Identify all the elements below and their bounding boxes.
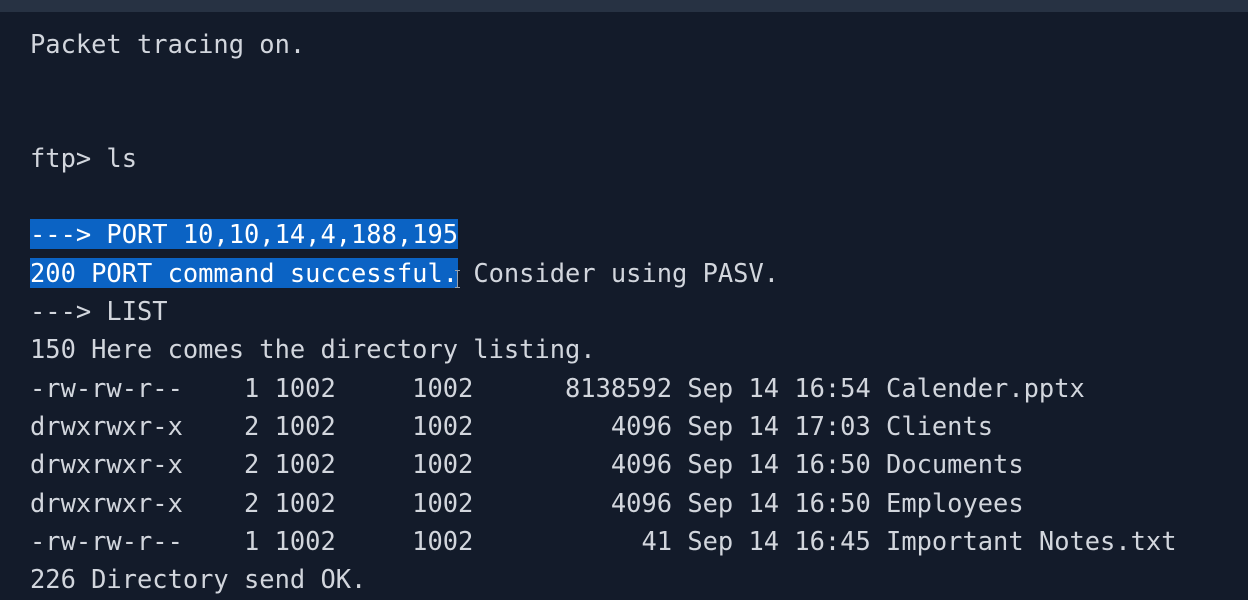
port-response-line: 200 PORT command successful. Consider us… [30,257,779,289]
list-command-line: ---> LIST [30,296,168,326]
ftp-prompt-line: ftp> ls [30,143,138,173]
selected-text: 200 PORT command successful. [30,258,459,288]
packet-tracing-line: Packet tracing on. [30,29,306,59]
listing-row: drwxrwxr-x 2 1002 1002 4096 Sep 14 17:03… [30,411,994,441]
listing-row: drwxrwxr-x 2 1002 1002 4096 Sep 14 16:50… [30,488,1024,518]
listing-start-line: 150 Here comes the directory listing. [30,334,596,364]
transfer-complete-line: 226 Directory send OK. [30,564,367,594]
listing-row: -rw-rw-r-- 1 1002 1002 41 Sep 14 16:45 I… [30,526,1177,556]
terminal-output[interactable]: Packet tracing on. ftp> ls ---> PORT 10,… [0,12,1248,600]
port-response-rest: Consider using PASV. [458,258,780,288]
listing-row: drwxrwxr-x 2 1002 1002 4096 Sep 14 16:50… [30,449,1024,479]
window-top-bar [0,0,1248,12]
text-cursor-icon [455,270,461,288]
port-command-line: ---> PORT 10,10,14,4,188,195 [30,218,459,250]
selected-text: ---> PORT 10,10,14,4,188,195 [30,219,459,249]
listing-row: -rw-rw-r-- 1 1002 1002 8138592 Sep 14 16… [30,373,1085,403]
